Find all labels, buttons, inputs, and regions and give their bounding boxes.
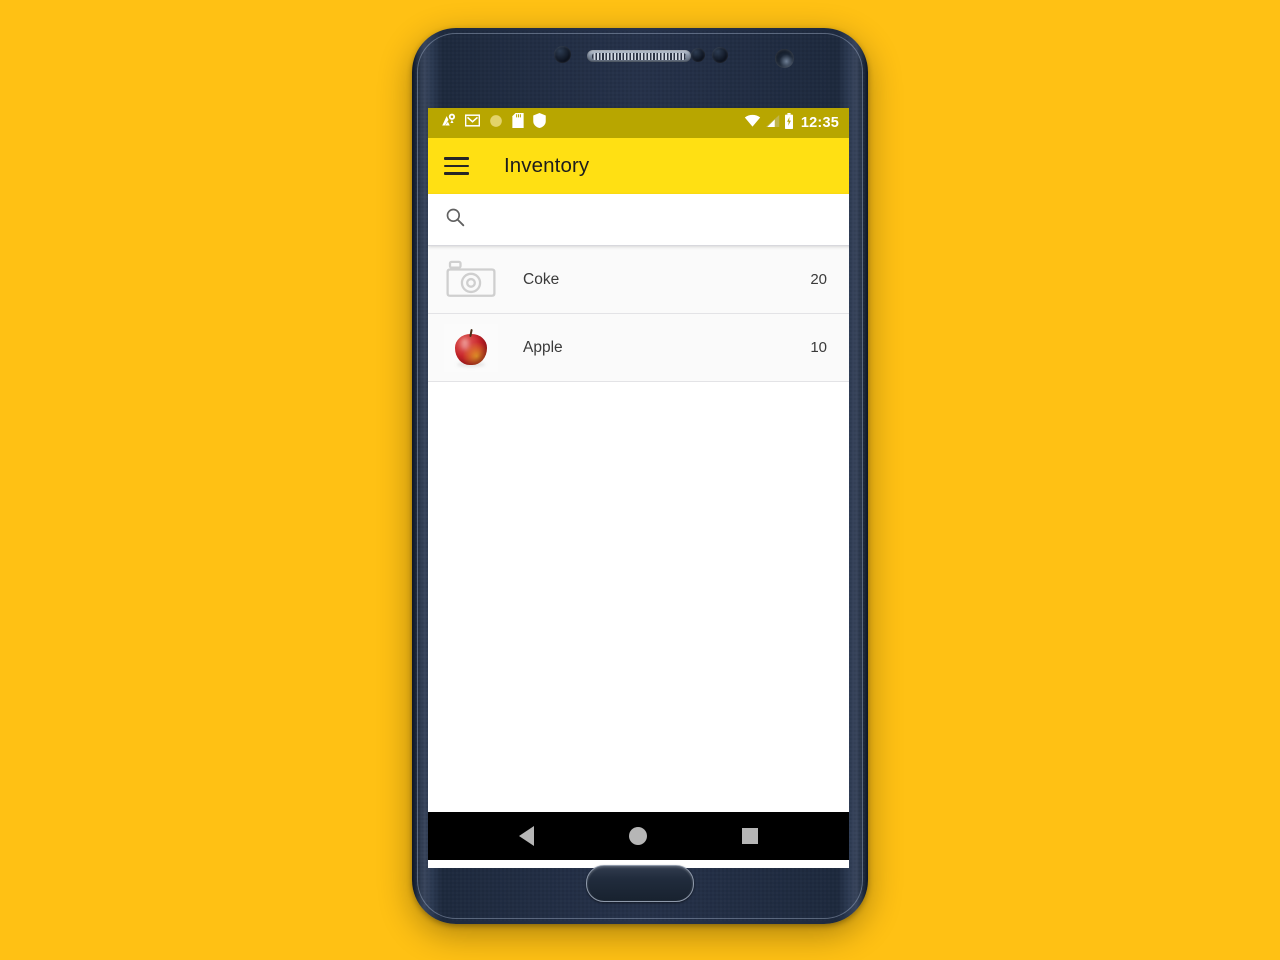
page-title: Inventory <box>504 154 590 177</box>
apple-body <box>455 333 487 365</box>
shield-icon <box>533 113 546 133</box>
hamburger-menu-icon[interactable] <box>444 151 474 181</box>
status-bar-notification-icons <box>441 113 744 133</box>
earpiece-grille <box>592 52 686 60</box>
menu-line <box>444 157 469 160</box>
status-bar-clock: 12:35 <box>800 115 839 131</box>
apple-image <box>444 323 498 372</box>
list-empty-area <box>428 382 849 812</box>
search-input[interactable] <box>479 211 849 228</box>
battery-icon <box>784 112 794 134</box>
camera-placeholder-icon <box>444 256 498 304</box>
gmail-icon <box>464 114 481 132</box>
nav-back-icon[interactable] <box>519 826 535 846</box>
list-item[interactable]: Apple 10 <box>428 314 849 382</box>
status-bar: 12:35 <box>428 108 849 138</box>
apple-highlight <box>461 337 469 350</box>
circle-icon <box>489 114 503 133</box>
front-camera-icon <box>775 49 794 68</box>
sd-card-icon <box>512 113 524 133</box>
apple-photo-thumbnail <box>444 323 498 372</box>
nav-recents-icon[interactable] <box>741 828 758 844</box>
search-icon <box>445 207 465 232</box>
maps-location-icon <box>441 113 456 133</box>
navigation-bar <box>428 812 849 860</box>
inventory-list: Coke 20 Apple 10 <box>428 246 849 812</box>
cellular-signal-icon <box>765 114 780 133</box>
wifi-icon <box>744 114 761 133</box>
item-name: Coke <box>523 270 560 288</box>
item-quantity: 20 <box>810 271 827 288</box>
hardware-home-button[interactable] <box>586 865 694 902</box>
app-bar: Inventory <box>428 138 849 194</box>
item-name: Apple <box>523 338 563 356</box>
earpiece-speaker <box>587 50 691 62</box>
nav-home-icon[interactable] <box>628 827 647 845</box>
phone-screen: 12:35 Inventory Coke 20 Apple 10 <box>428 108 849 868</box>
infrared-sensor-icon <box>712 47 728 63</box>
phone-top-hardware <box>412 38 868 78</box>
menu-line <box>444 172 469 175</box>
light-sensor-icon <box>691 48 705 62</box>
menu-line <box>444 164 469 168</box>
phone-device: 12:35 Inventory Coke 20 Apple 10 <box>412 28 868 924</box>
status-bar-system-icons: 12:35 <box>744 112 839 134</box>
item-quantity: 10 <box>810 339 827 356</box>
search-bar[interactable] <box>428 194 849 246</box>
list-item[interactable]: Coke 20 <box>428 246 849 314</box>
proximity-sensor-icon <box>554 46 571 63</box>
